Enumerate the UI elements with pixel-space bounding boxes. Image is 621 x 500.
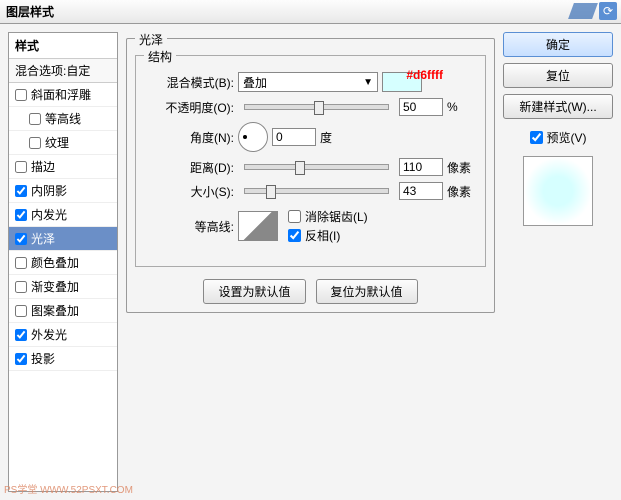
style-checkbox[interactable]	[15, 89, 27, 101]
size-unit: 像素	[447, 183, 477, 200]
ok-button[interactable]: 确定	[503, 32, 613, 57]
style-checkbox[interactable]	[15, 257, 27, 269]
satin-group: 光泽 结构 #d6ffff 混合模式(B): 叠加 ▼ 不透明度(O): %	[126, 38, 495, 313]
blend-options-item[interactable]: 混合选项:自定	[9, 59, 117, 83]
size-input[interactable]	[399, 182, 443, 200]
distance-label: 距离(D):	[144, 159, 234, 176]
invert-label: 反相(I)	[305, 227, 340, 244]
style-checkbox[interactable]	[15, 209, 27, 221]
group-label: 光泽	[135, 31, 167, 48]
style-checkbox[interactable]	[15, 161, 27, 173]
size-label: 大小(S):	[144, 183, 234, 200]
preview-thumbnail	[523, 156, 593, 226]
style-checkbox[interactable]	[15, 281, 27, 293]
angle-label: 角度(N):	[144, 129, 234, 146]
blend-mode-label: 混合模式(B):	[144, 74, 234, 91]
distance-slider[interactable]	[244, 164, 389, 170]
style-checkbox[interactable]	[15, 233, 27, 245]
opacity-label: 不透明度(O):	[144, 99, 234, 116]
opacity-unit: %	[447, 100, 477, 114]
blend-mode-select[interactable]: 叠加 ▼	[238, 72, 378, 92]
style-item-label: 颜色叠加	[31, 254, 79, 271]
chevron-down-icon: ▼	[363, 77, 373, 88]
style-item-label: 描边	[31, 158, 55, 175]
style-checkbox[interactable]	[15, 305, 27, 317]
distance-unit: 像素	[447, 159, 477, 176]
blend-mode-value: 叠加	[243, 74, 267, 91]
style-item-label: 投影	[31, 350, 55, 367]
struct-group: 结构 #d6ffff 混合模式(B): 叠加 ▼ 不透明度(O): %	[135, 55, 486, 267]
close-icon[interactable]: ⟳	[599, 2, 617, 20]
style-checkbox[interactable]	[29, 113, 41, 125]
style-item[interactable]: 等高线	[9, 107, 117, 131]
dialog-title: 图层样式	[6, 3, 54, 20]
style-item[interactable]: 投影	[9, 347, 117, 371]
style-item-label: 内发光	[31, 206, 67, 223]
set-default-button[interactable]: 设置为默认值	[203, 279, 305, 304]
style-item[interactable]: 内发光	[9, 203, 117, 227]
style-checkbox[interactable]	[15, 185, 27, 197]
style-item-label: 渐变叠加	[31, 278, 79, 295]
preview-checkbox[interactable]	[530, 131, 543, 144]
antialias-label: 消除锯齿(L)	[305, 208, 368, 225]
style-item[interactable]: 图案叠加	[9, 299, 117, 323]
style-item[interactable]: 外发光	[9, 323, 117, 347]
antialias-checkbox[interactable]	[288, 210, 301, 223]
style-item-label: 纹理	[45, 134, 69, 151]
style-item-label: 斜面和浮雕	[31, 86, 91, 103]
reset-button[interactable]: 复位	[503, 63, 613, 88]
distance-input[interactable]	[399, 158, 443, 176]
reset-default-button[interactable]: 复位为默认值	[316, 279, 418, 304]
style-item-label: 等高线	[45, 110, 81, 127]
styles-header[interactable]: 样式	[9, 33, 117, 59]
size-slider[interactable]	[244, 188, 389, 194]
opacity-slider[interactable]	[244, 104, 389, 110]
invert-checkbox[interactable]	[288, 229, 301, 242]
style-item-label: 光泽	[31, 230, 55, 247]
new-style-button[interactable]: 新建样式(W)...	[503, 94, 613, 119]
style-item[interactable]: 斜面和浮雕	[9, 83, 117, 107]
style-item[interactable]: 颜色叠加	[9, 251, 117, 275]
contour-picker[interactable]	[238, 211, 278, 241]
style-checkbox[interactable]	[29, 137, 41, 149]
angle-unit: 度	[320, 129, 350, 146]
contour-label: 等高线:	[144, 218, 234, 235]
style-item-label: 外发光	[31, 326, 67, 343]
style-checkbox[interactable]	[15, 329, 27, 341]
style-item-label: 内阴影	[31, 182, 67, 199]
style-item[interactable]: 内阴影	[9, 179, 117, 203]
style-item[interactable]: 渐变叠加	[9, 275, 117, 299]
angle-input[interactable]	[272, 128, 316, 146]
titlebar: 图层样式 ⟳	[0, 0, 621, 24]
style-item[interactable]: 光泽	[9, 227, 117, 251]
style-item[interactable]: 描边	[9, 155, 117, 179]
style-checkbox[interactable]	[15, 353, 27, 365]
struct-label: 结构	[144, 48, 176, 65]
style-item[interactable]: 纹理	[9, 131, 117, 155]
title-deco-icon	[568, 3, 598, 19]
watermark: PS学堂 WWW.52PSXT.COM	[4, 481, 133, 496]
hex-annotation: #d6ffff	[406, 68, 443, 82]
preview-label: 预览(V)	[547, 129, 587, 146]
angle-dial[interactable]	[238, 122, 268, 152]
styles-list: 样式 混合选项:自定 斜面和浮雕等高线纹理描边内阴影内发光光泽颜色叠加渐变叠加图…	[8, 32, 118, 492]
opacity-input[interactable]	[399, 98, 443, 116]
style-item-label: 图案叠加	[31, 302, 79, 319]
